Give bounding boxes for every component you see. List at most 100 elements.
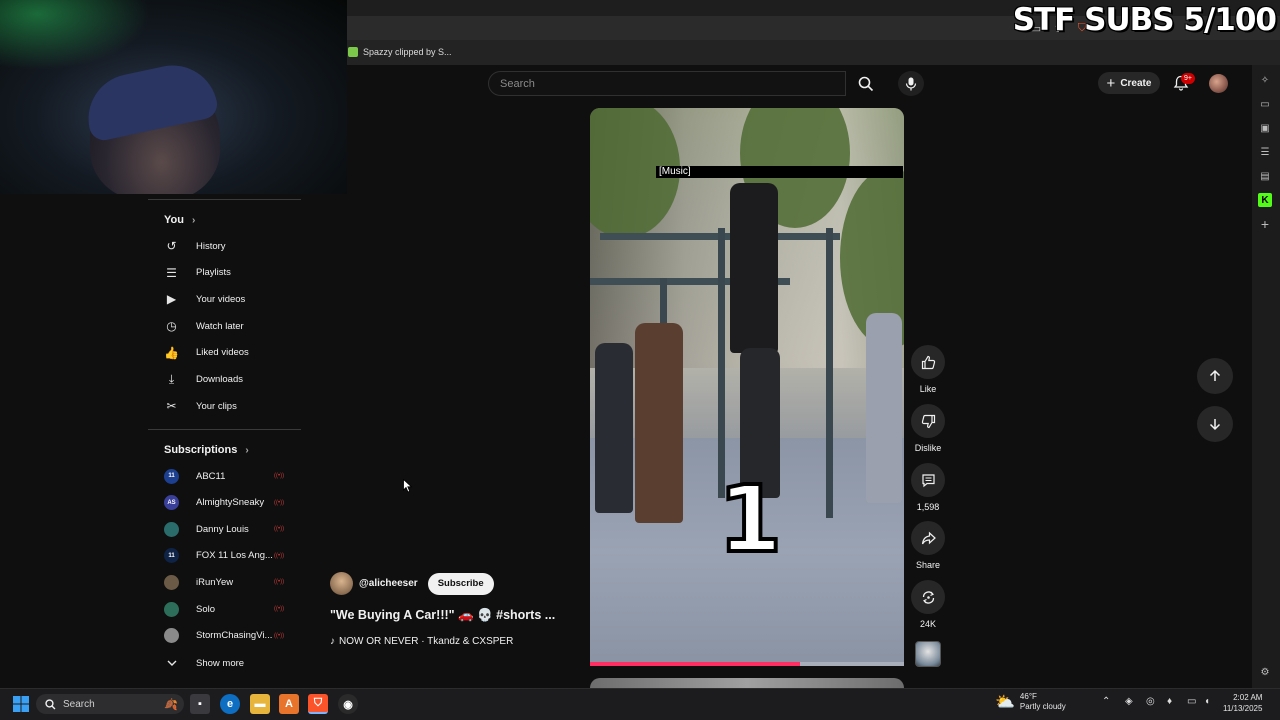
comment-icon bbox=[911, 463, 945, 497]
sidebar-item-label: Downloads bbox=[196, 374, 243, 385]
sidebar-item-playlists[interactable]: ☰ Playlists bbox=[164, 264, 231, 282]
taskbar-search[interactable]: Search 🍂 bbox=[36, 694, 184, 714]
subscription-item[interactable]: 11 ABC11 bbox=[164, 467, 225, 485]
subscriptions-heading-label: Subscriptions bbox=[164, 444, 238, 456]
sidebar-divider bbox=[148, 199, 301, 200]
voice-search-button[interactable] bbox=[898, 71, 924, 96]
subscription-item[interactable]: Solo bbox=[164, 600, 215, 618]
edge-browser-icon[interactable]: e bbox=[220, 694, 240, 714]
channel-avatar: AS bbox=[164, 495, 179, 511]
channel-row: @alicheeser Subscribe bbox=[330, 572, 494, 595]
tray-app-icon[interactable]: ◈ bbox=[1125, 696, 1133, 707]
system-clock[interactable]: 2:02 AM 11/13/2025 bbox=[1223, 692, 1262, 714]
guide-sidebar: You › ↺ History ☰ Playlists ▶ Your videos ◷ Wat… bbox=[148, 194, 301, 688]
next-short-button[interactable] bbox=[1197, 406, 1233, 442]
search-button[interactable] bbox=[846, 71, 886, 96]
live-indicator-icon: ((•)) bbox=[274, 606, 285, 612]
sidebar-item-label: History bbox=[196, 240, 226, 252]
video-title[interactable]: "We Buying A Car!!!" 🚗 💀 #shorts ... bbox=[330, 608, 555, 623]
weather-desc: Partly cloudy bbox=[1019, 702, 1066, 711]
live-indicator-icon: ((•)) bbox=[274, 579, 285, 586]
sidebar-subscriptions-heading[interactable]: Subscriptions › bbox=[164, 444, 249, 456]
comments-count: 1,598 bbox=[916, 502, 940, 512]
sound-thumbnail[interactable] bbox=[915, 641, 941, 667]
bookmark-item[interactable]: Spazzy clipped by S... bbox=[348, 44, 452, 60]
dislike-button[interactable]: Dislike bbox=[910, 404, 946, 453]
show-more-button[interactable]: Show more bbox=[164, 654, 244, 672]
volume-icon[interactable]: ◖ bbox=[1204, 696, 1210, 707]
add-panel-icon[interactable]: + bbox=[1258, 216, 1272, 232]
account-avatar[interactable] bbox=[1209, 74, 1228, 93]
clips-icon: ✂ bbox=[166, 399, 177, 414]
next-short-preview[interactable] bbox=[590, 678, 904, 688]
sidebar-item-your-videos[interactable]: ▶ Your videos bbox=[164, 290, 245, 308]
video-overlay-number: 1 bbox=[716, 466, 784, 573]
video-person bbox=[730, 183, 778, 353]
chevron-right-icon: › bbox=[245, 444, 249, 456]
remix-button[interactable]: 24K bbox=[910, 580, 946, 629]
windows-start-icon[interactable] bbox=[13, 696, 29, 712]
task-view-icon[interactable]: ▪ bbox=[190, 694, 210, 714]
shorts-video-player[interactable] bbox=[590, 108, 904, 666]
music-label: NOW OR NEVER · Tkandz & CXSPER bbox=[339, 636, 514, 647]
channel-avatar[interactable] bbox=[330, 572, 353, 595]
channel-avatar: 11 bbox=[164, 468, 179, 484]
subscription-item[interactable]: iRunYew bbox=[164, 573, 233, 591]
chevron-down-icon bbox=[164, 656, 179, 671]
search-input[interactable]: Search bbox=[488, 71, 846, 96]
tray-app-icon[interactable]: ◎ bbox=[1146, 696, 1155, 707]
taskbar-search-label: Search bbox=[63, 698, 95, 710]
channel-name[interactable]: @alicheeser bbox=[359, 578, 418, 589]
microphone-tray-icon[interactable]: ♦ bbox=[1167, 696, 1172, 707]
thumbs-up-icon bbox=[911, 345, 945, 379]
subscribe-button[interactable]: Subscribe bbox=[427, 572, 494, 595]
subscription-item[interactable]: AS AlmightySneaky bbox=[164, 494, 264, 512]
live-indicator-icon: ((•)) bbox=[274, 499, 285, 506]
weather-widget[interactable]: ⛅ 46°F Partly cloudy bbox=[995, 692, 1066, 712]
subscription-item[interactable]: 11 FOX 11 Los Ang... bbox=[164, 547, 273, 565]
sidebar-item-your-clips[interactable]: ✂ Your clips bbox=[164, 397, 236, 415]
sidebar-item-label: Watch later bbox=[196, 320, 244, 332]
live-indicator-icon: ((•)) bbox=[274, 552, 285, 559]
clock-date: 11/13/2025 bbox=[1223, 704, 1263, 713]
brave-browser-icon[interactable]: ⛉ bbox=[308, 694, 328, 714]
create-button[interactable]: + Create bbox=[1098, 72, 1160, 94]
channel-avatar bbox=[164, 601, 179, 617]
network-icon[interactable]: ▭ bbox=[1187, 696, 1196, 707]
obs-icon[interactable]: ◉ bbox=[338, 694, 358, 714]
reading-list-icon[interactable]: ☰ bbox=[1258, 145, 1272, 159]
bookmarks-panel-icon[interactable]: ▤ bbox=[1258, 169, 1272, 183]
share-arrow-icon bbox=[911, 521, 945, 555]
comments-button[interactable]: 1,598 bbox=[910, 463, 946, 512]
music-link[interactable]: ♪ NOW OR NEVER · Tkandz & CXSPER bbox=[330, 636, 513, 647]
share-label: Share bbox=[915, 560, 941, 570]
previous-short-button[interactable] bbox=[1197, 358, 1233, 394]
leo-ai-icon[interactable]: ✧ bbox=[1258, 73, 1272, 87]
notification-badge: 9+ bbox=[1181, 73, 1195, 84]
live-indicator-icon: ((•)) bbox=[274, 473, 285, 479]
share-button[interactable]: Share bbox=[910, 521, 946, 570]
settings-gear-icon[interactable]: ⚙ bbox=[1258, 665, 1272, 679]
mouse-cursor-icon bbox=[403, 479, 413, 493]
subscription-item[interactable]: StormChasingVi... bbox=[164, 627, 272, 645]
subscription-item[interactable]: Danny Louis bbox=[164, 520, 249, 538]
sidebar-you-heading[interactable]: You › bbox=[164, 214, 195, 226]
tray-chevron-icon[interactable]: ⌃ bbox=[1102, 696, 1110, 707]
file-explorer-icon[interactable]: ▬ bbox=[250, 694, 270, 714]
wallet-icon[interactable]: ▣ bbox=[1258, 121, 1272, 135]
search-icon bbox=[45, 698, 56, 709]
sidebar-item-downloads[interactable]: ⤓ Downloads bbox=[164, 371, 243, 389]
chevron-right-icon: › bbox=[191, 214, 196, 226]
sidebar-item-watch-later[interactable]: ◷ Watch later bbox=[164, 317, 244, 335]
clock-time: 2:02 AM bbox=[1233, 693, 1263, 702]
sidebar-item-liked-videos[interactable]: 👍 Liked videos bbox=[164, 344, 249, 362]
app-a-icon[interactable]: A bbox=[279, 694, 299, 714]
partly-cloudy-icon: ⛅ bbox=[995, 694, 1015, 711]
like-button[interactable]: Like bbox=[910, 345, 946, 394]
subscription-label: ABC11 bbox=[196, 470, 226, 482]
video-pole bbox=[826, 228, 833, 518]
sidebar-item-history[interactable]: ↺ History bbox=[164, 237, 226, 255]
arrow-down-icon bbox=[1209, 419, 1221, 431]
kick-icon[interactable]: K bbox=[1258, 193, 1272, 207]
player-icon[interactable]: ▭ bbox=[1258, 97, 1272, 111]
